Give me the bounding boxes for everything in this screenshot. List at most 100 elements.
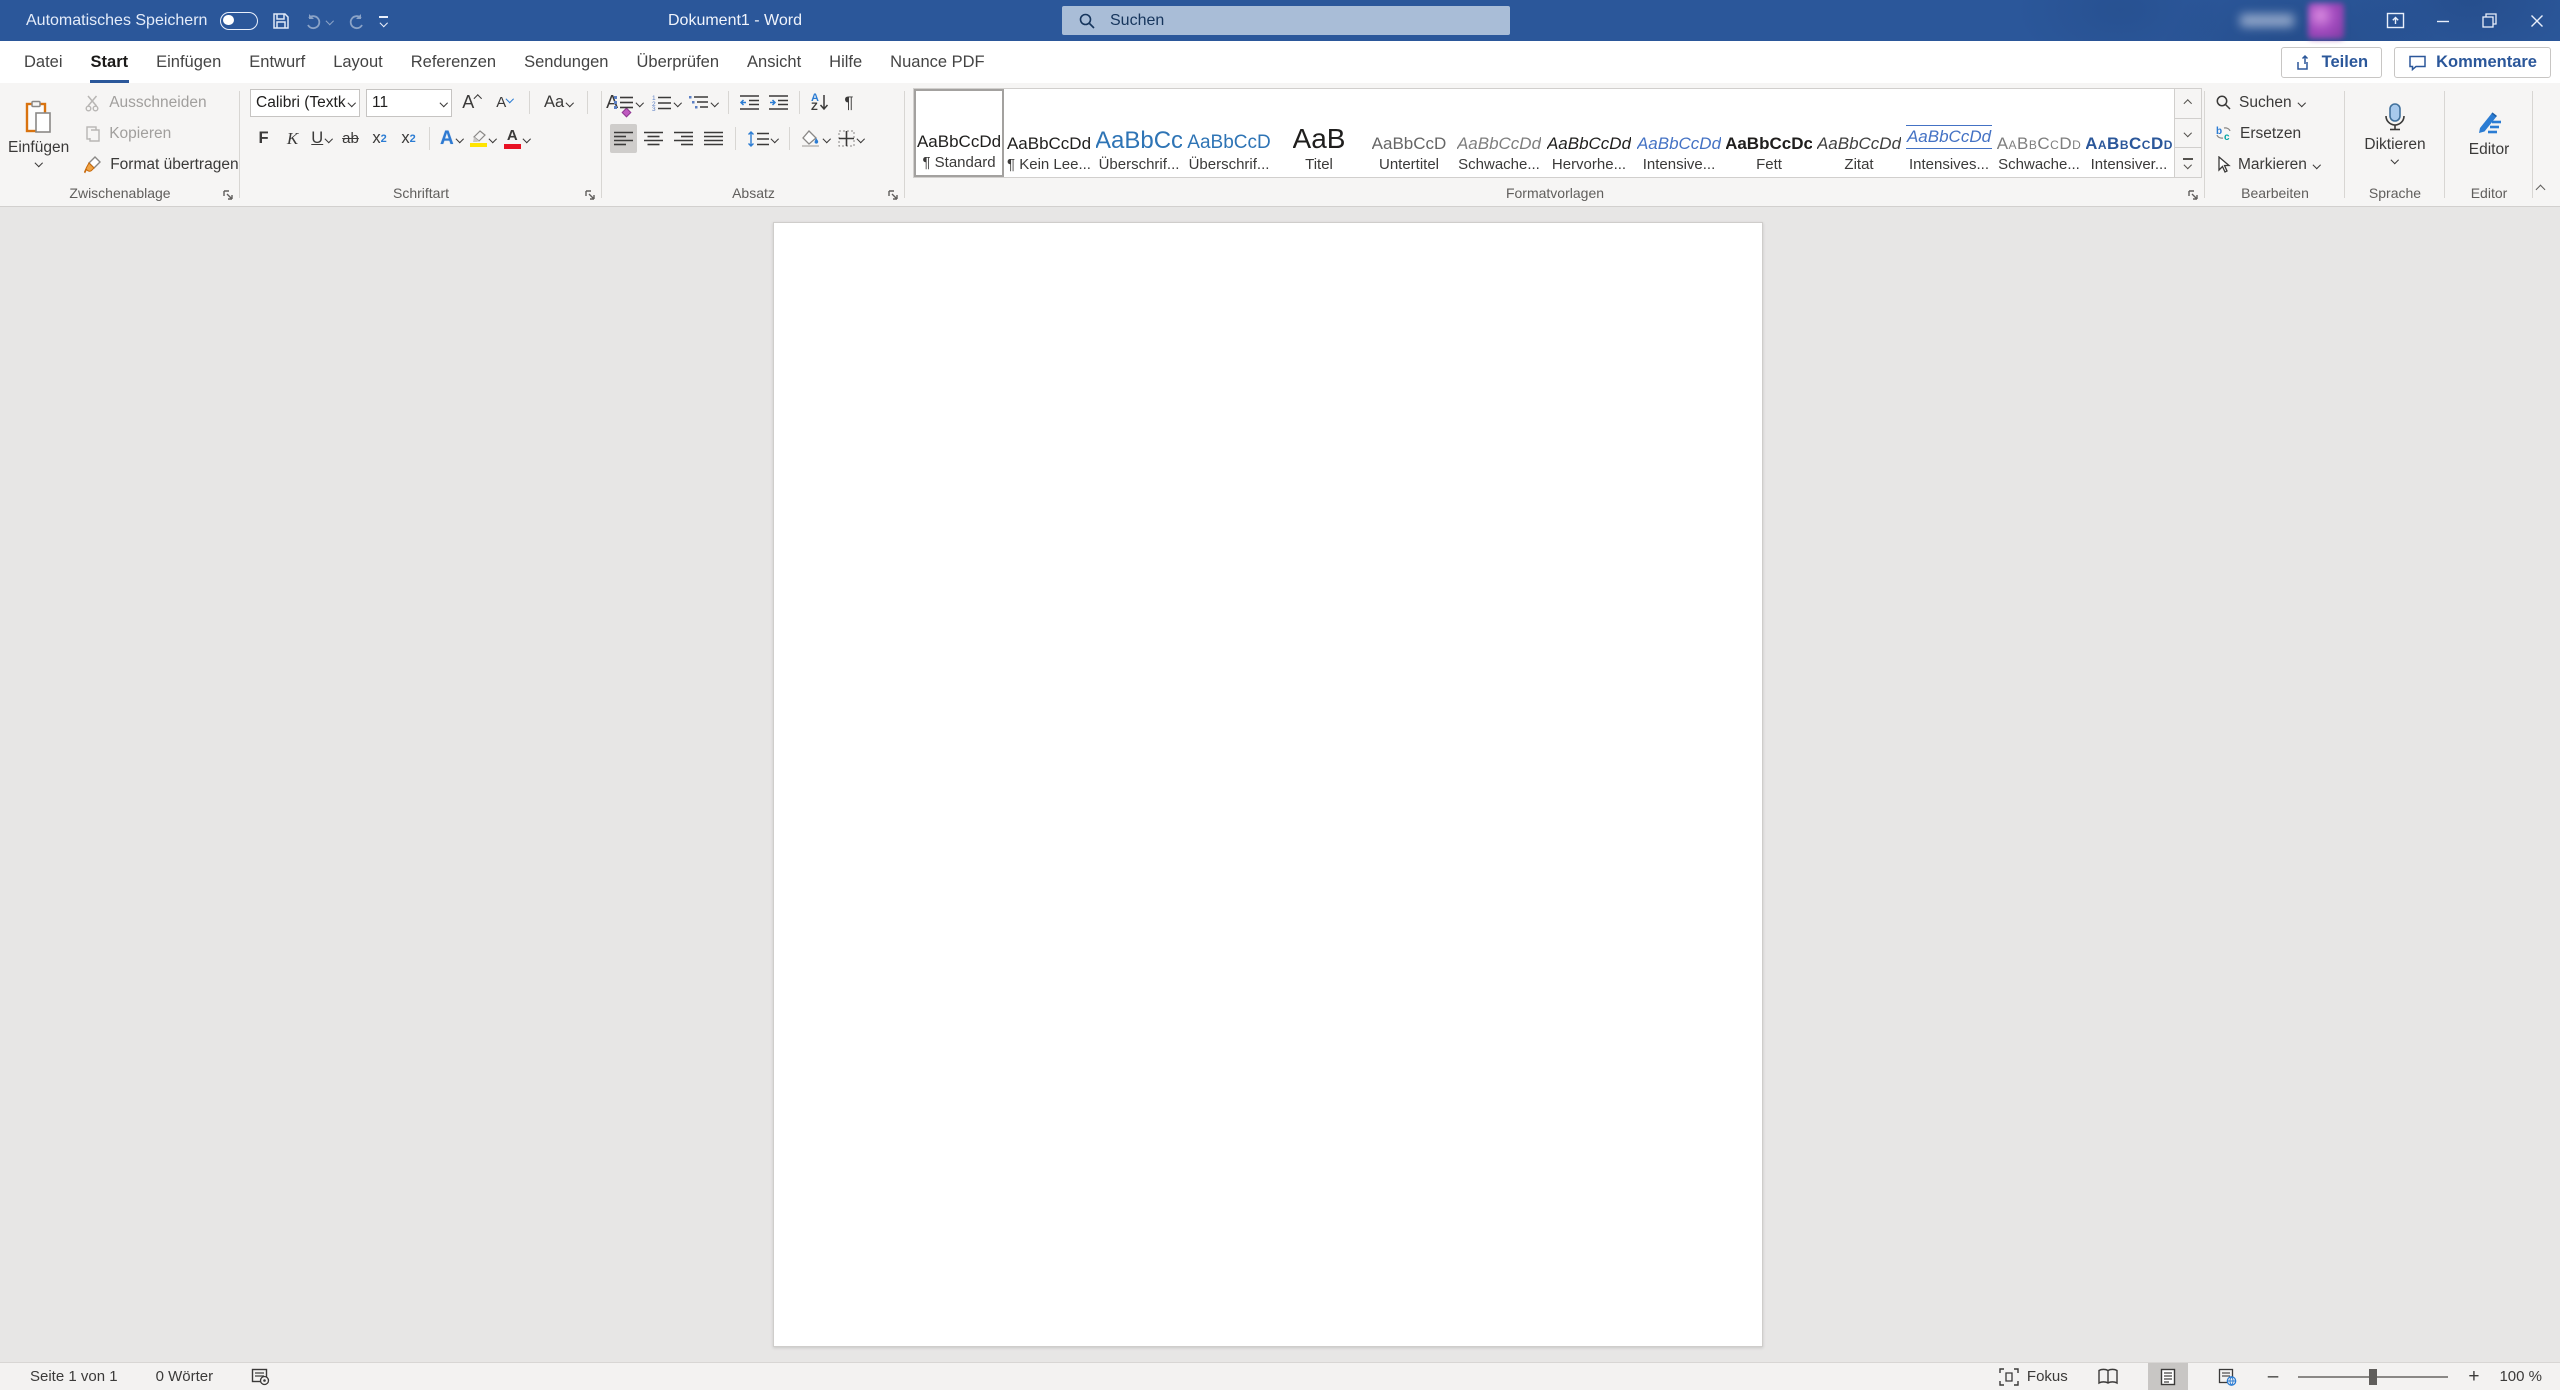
styles-more-button[interactable] bbox=[2175, 148, 2201, 177]
multilevel-list-button[interactable] bbox=[685, 88, 721, 117]
ribbon-tab[interactable]: Layout bbox=[319, 41, 397, 83]
search-box[interactable]: Suchen bbox=[1062, 6, 1510, 35]
ribbon-tab[interactable]: Einfügen bbox=[142, 41, 235, 83]
restore-button[interactable] bbox=[2466, 0, 2513, 41]
customize-quick-access-button[interactable] bbox=[379, 16, 388, 25]
zoom-level[interactable]: 100 % bbox=[2499, 1368, 2542, 1385]
style-card[interactable]: AaBbCcD Untertitel bbox=[1364, 89, 1454, 177]
align-left-button[interactable] bbox=[610, 124, 637, 153]
styles-dialog-launcher[interactable] bbox=[2187, 189, 2200, 202]
subscript-button[interactable]: x2 bbox=[366, 124, 393, 153]
change-case-button[interactable]: Aa bbox=[541, 88, 576, 117]
close-button[interactable] bbox=[2513, 0, 2560, 41]
style-card[interactable]: AaB Titel bbox=[1274, 89, 1364, 177]
find-button[interactable]: Suchen bbox=[2215, 87, 2319, 118]
style-card[interactable]: AaBbCcDd Zitat bbox=[1814, 89, 1904, 177]
format-painter-button[interactable]: Format übertragen bbox=[77, 149, 245, 180]
show-formatting-marks-button[interactable]: ¶ bbox=[836, 88, 863, 117]
styles-scroll-up-button[interactable] bbox=[2175, 89, 2201, 119]
ribbon-tab[interactable]: Sendungen bbox=[510, 41, 622, 83]
italic-button[interactable]: K bbox=[279, 124, 306, 153]
zoom-in-button[interactable]: + bbox=[2468, 1367, 2479, 1386]
shrink-font-button[interactable]: A bbox=[491, 88, 518, 117]
font-dialog-launcher[interactable] bbox=[584, 189, 597, 202]
save-button[interactable] bbox=[271, 11, 291, 31]
style-label: ¶ Kein Lee... bbox=[1007, 156, 1091, 173]
paste-button[interactable]: Einfügen bbox=[0, 83, 77, 183]
strikethrough-button[interactable]: ab bbox=[337, 124, 364, 153]
bullets-button[interactable] bbox=[610, 88, 646, 117]
zoom-slider-thumb[interactable] bbox=[2369, 1369, 2377, 1385]
read-mode-button[interactable] bbox=[2088, 1363, 2128, 1390]
minimize-button[interactable] bbox=[2419, 0, 2466, 41]
editor-button[interactable]: Editor bbox=[2461, 83, 2518, 183]
numbering-button[interactable]: 123 bbox=[648, 88, 684, 117]
style-card[interactable]: AaBbCcDd Hervorhe... bbox=[1544, 89, 1634, 177]
select-button[interactable]: Markieren bbox=[2215, 149, 2319, 180]
style-card[interactable]: AaBbCcDd ¶ Kein Lee... bbox=[1004, 89, 1094, 177]
dictate-button[interactable]: Diktieren bbox=[2356, 83, 2433, 183]
superscript-button[interactable]: x2 bbox=[395, 124, 422, 153]
autosave-toggle[interactable] bbox=[220, 12, 258, 30]
style-card[interactable]: AaBbCcD Überschrif... bbox=[1184, 89, 1274, 177]
zoom-slider[interactable] bbox=[2298, 1376, 2448, 1378]
user-avatar[interactable] bbox=[2308, 3, 2344, 39]
style-card[interactable]: AaBbCcDd ¶ Standard bbox=[914, 89, 1004, 177]
font-color-button[interactable]: A bbox=[501, 124, 533, 153]
line-spacing-button[interactable] bbox=[744, 124, 781, 153]
page-number-status[interactable]: Seite 1 von 1 bbox=[30, 1368, 118, 1385]
replace-button[interactable]: bc Ersetzen bbox=[2215, 118, 2319, 149]
decrease-indent-button[interactable] bbox=[736, 88, 763, 117]
clipboard-dialog-launcher[interactable] bbox=[222, 189, 235, 202]
increase-indent-button[interactable] bbox=[765, 88, 792, 117]
font-name-combobox[interactable]: Calibri (Textk bbox=[250, 89, 360, 117]
style-card[interactable]: AaBbCcDd Intensive... bbox=[1634, 89, 1724, 177]
style-sample: AaBbCcD bbox=[1187, 109, 1270, 153]
style-card[interactable]: AaBbCcDd Schwache... bbox=[1454, 89, 1544, 177]
styles-scroll-down-button[interactable] bbox=[2175, 119, 2201, 149]
ribbon-tab[interactable]: Start bbox=[77, 41, 143, 83]
font-size-combobox[interactable]: 11 bbox=[366, 89, 452, 117]
ribbon-tab[interactable]: Entwurf bbox=[235, 41, 319, 83]
comments-button[interactable]: Kommentare bbox=[2394, 47, 2551, 78]
proofing-status-button[interactable] bbox=[251, 1368, 271, 1386]
word-count-status[interactable]: 0 Wörter bbox=[156, 1368, 214, 1385]
justify-button[interactable] bbox=[700, 124, 727, 153]
zoom-out-button[interactable]: – bbox=[2268, 1367, 2279, 1386]
collapse-ribbon-button[interactable] bbox=[2537, 180, 2544, 198]
print-layout-button[interactable] bbox=[2148, 1363, 2188, 1390]
ribbon-tab[interactable]: Hilfe bbox=[815, 41, 876, 83]
borders-button[interactable] bbox=[835, 124, 867, 153]
web-layout-button[interactable] bbox=[2208, 1363, 2248, 1390]
paragraph-dialog-launcher[interactable] bbox=[887, 189, 900, 202]
ribbon-tab[interactable]: Referenzen bbox=[397, 41, 510, 83]
bold-button[interactable]: F bbox=[250, 124, 277, 153]
autosave-label: Automatisches Speichern bbox=[26, 12, 207, 30]
style-card[interactable]: AaBbCc Überschrif... bbox=[1094, 89, 1184, 177]
ribbon-tab[interactable]: Datei bbox=[10, 41, 77, 83]
style-card[interactable]: AaBbCcDd Intensiver... bbox=[2084, 89, 2174, 177]
ribbon-tab[interactable]: Nuance PDF bbox=[876, 41, 998, 83]
cut-button[interactable]: Ausschneiden bbox=[77, 87, 245, 118]
ribbon-display-options-button[interactable] bbox=[2372, 0, 2419, 41]
redo-button[interactable] bbox=[346, 11, 366, 31]
style-card[interactable]: AaBbCcDd Schwache... bbox=[1994, 89, 2084, 177]
highlight-color-button[interactable] bbox=[467, 124, 499, 153]
align-right-button[interactable] bbox=[670, 124, 697, 153]
undo-menu-chevron-icon[interactable] bbox=[326, 17, 334, 25]
shading-button[interactable] bbox=[798, 124, 833, 153]
undo-button[interactable] bbox=[304, 11, 333, 31]
sort-button[interactable]: A Z bbox=[807, 88, 834, 117]
document-page[interactable] bbox=[773, 222, 1763, 1347]
grow-font-button[interactable]: A bbox=[458, 88, 485, 117]
share-button[interactable]: Teilen bbox=[2281, 47, 2382, 78]
ribbon-tab[interactable]: Ansicht bbox=[733, 41, 815, 83]
underline-button[interactable]: U bbox=[308, 124, 335, 153]
focus-mode-button[interactable]: Fokus bbox=[1999, 1368, 2068, 1386]
style-card[interactable]: AaBbCcDd Intensives... bbox=[1904, 89, 1994, 177]
text-effects-button[interactable]: A bbox=[437, 124, 465, 153]
copy-button[interactable]: Kopieren bbox=[77, 118, 245, 149]
style-card[interactable]: AaBbCcDc Fett bbox=[1724, 89, 1814, 177]
align-center-button[interactable] bbox=[640, 124, 667, 153]
ribbon-tab[interactable]: Überprüfen bbox=[622, 41, 733, 83]
